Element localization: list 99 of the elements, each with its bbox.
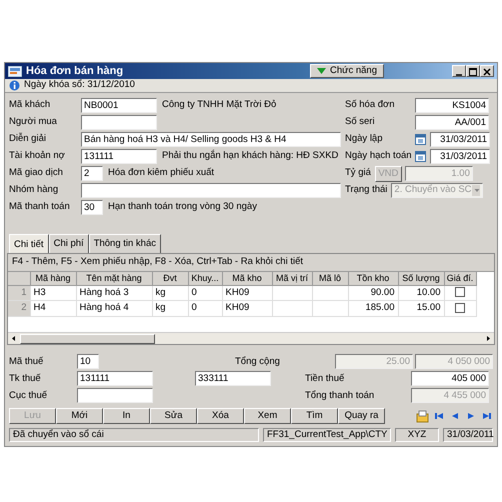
column-header: Mã lô [312, 272, 348, 286]
column-header: Khuy... [188, 272, 222, 286]
info-text: Ngày khóa sổ: 31/12/2010 [24, 78, 135, 92]
table-cell: 0 [188, 286, 222, 301]
field-label: Tổng cộng [235, 354, 281, 369]
table-cell: H3 [30, 286, 76, 301]
table-cell: Hàng hoá 4 [76, 300, 152, 316]
input-field[interactable]: Bán hàng hoá H3 và H4/ Selling goods H3 & H4 [81, 132, 341, 147]
status-text: FF31_CurrentTest_App\CTY [263, 428, 391, 442]
table-cell: 90.00 [348, 286, 398, 301]
input-field[interactable]: 405 000 [411, 371, 489, 386]
row-number: 1 [8, 286, 30, 301]
input-field[interactable]: 2 [81, 166, 103, 181]
table-cell: kg [152, 286, 188, 301]
folder-icon[interactable] [416, 410, 429, 423]
tab[interactable]: Chi phí [48, 234, 89, 254]
table-cell: KH09 [222, 300, 272, 316]
field-label: Tài khoản nợ [9, 149, 66, 164]
field-label: Mã khách [9, 98, 52, 112]
field-label: Trạng thái [345, 183, 388, 198]
toolbar-button[interactable]: Xem [244, 408, 291, 424]
input-field[interactable] [81, 115, 157, 130]
dropdown-arrow-icon [472, 185, 480, 196]
grid-hint: F4 - Thêm, F5 - Xem phiếu nhập, F8 - Xóa, Ctrl+Tab - Ra khỏi chi tiết [8, 254, 494, 272]
field-label: Người mua [9, 115, 58, 130]
window-title: Hóa đơn bán hàng [26, 64, 124, 79]
column-header: Số lượng [398, 272, 444, 286]
field-label: Tỷ giá [345, 166, 371, 180]
field-label: Tiền thuế [305, 372, 346, 386]
caret-icon [316, 68, 326, 74]
checkbox[interactable] [455, 302, 465, 313]
status-text: 31/03/2011 [443, 428, 493, 442]
info-icon [9, 80, 20, 91]
input-field[interactable]: 333111 [195, 371, 271, 386]
table-cell: Hàng hoá 3 [76, 286, 152, 301]
column-header: Tồn kho [348, 272, 398, 286]
toolbar-button[interactable]: Quay ra [338, 408, 385, 424]
field-label: Số seri [345, 115, 376, 130]
toolbar-button[interactable]: Mới [56, 408, 103, 424]
input-field[interactable]: KS1004 [415, 98, 489, 113]
column-header: Mã hàng [30, 272, 76, 286]
tab[interactable]: Chi tiết [9, 234, 49, 254]
input-field[interactable] [77, 388, 153, 404]
column-header: Mã kho [222, 272, 272, 286]
toolbar-button[interactable]: In [103, 408, 150, 424]
close-icon [481, 66, 493, 77]
field-label: Tổng thanh toán [305, 388, 376, 403]
app-icon [8, 66, 22, 76]
field-label: Số hóa đơn [345, 98, 396, 112]
row-number: 2 [8, 300, 30, 316]
tab[interactable]: Thông tin khác [88, 234, 162, 254]
column-header: Tên mặt hàng [76, 272, 152, 286]
column-header: Mã vị trí [272, 272, 312, 286]
maximize-button[interactable] [466, 65, 480, 77]
calendar-icon[interactable] [415, 151, 426, 162]
horizontal-scrollbar[interactable] [8, 332, 494, 344]
input-field[interactable]: NB0001 [81, 98, 157, 113]
input-field[interactable]: AA/001 [415, 115, 489, 130]
column-header: Giá đí. [444, 272, 476, 286]
minimize-icon [456, 74, 462, 76]
input-field[interactable] [81, 183, 341, 198]
input-field[interactable]: 30 [81, 200, 103, 215]
table-cell: 185.00 [348, 300, 398, 316]
field-label: Mã giao dịch [9, 166, 64, 180]
field-note: Hạn thanh toán trong vòng 30 ngày [108, 200, 257, 214]
minimize-button[interactable] [452, 65, 466, 77]
field-label: Cục thuế [9, 388, 48, 403]
table-cell: 15.00 [398, 300, 444, 316]
status-text: XYZ [395, 428, 439, 442]
table-cell: 0 [188, 300, 222, 316]
field-note: Hóa đơn kiêm phiếu xuất [108, 166, 214, 180]
toolbar-button[interactable]: Sửa [150, 408, 197, 424]
field-label: Mã thanh toán [9, 200, 71, 214]
table-cell: kg [152, 300, 188, 316]
table-cell: KH09 [222, 286, 272, 301]
date-field[interactable]: 31/03/2011 [430, 149, 490, 164]
column-header: Đvt [152, 272, 188, 286]
field-label: Diễn giải [9, 132, 47, 146]
field-label: Mã thuế [9, 354, 44, 369]
status-text: Đã chuyển vào sổ cái [9, 428, 259, 442]
toolbar-button[interactable]: Tìm [291, 408, 338, 424]
checkbox[interactable] [455, 287, 465, 298]
field-label: Tk thuế [9, 372, 42, 386]
field-label: Ngày lập [345, 132, 384, 146]
field-label: Ngày hạch toán [345, 149, 413, 164]
input-field[interactable]: 131111 [81, 149, 157, 164]
maximize-icon [467, 66, 479, 77]
close-button[interactable] [480, 65, 494, 77]
table-cell: 10.00 [398, 286, 444, 301]
menu-button[interactable]: Chức năng [310, 64, 384, 78]
input-field[interactable]: 10 [77, 354, 99, 370]
field-note: Công ty TNHH Mặt Trời Đỏ [162, 98, 276, 112]
date-field[interactable]: 31/03/2011 [430, 132, 490, 147]
toolbar-button[interactable]: Xóa [197, 408, 244, 424]
field-label: Nhóm hàng [9, 183, 60, 198]
input-field[interactable]: 131111 [77, 371, 153, 386]
table-cell: H4 [30, 300, 76, 316]
calendar-icon[interactable] [415, 134, 426, 145]
field-note: Phải thu ngắn hạn khách hàng: HĐ SXKD [162, 149, 338, 164]
